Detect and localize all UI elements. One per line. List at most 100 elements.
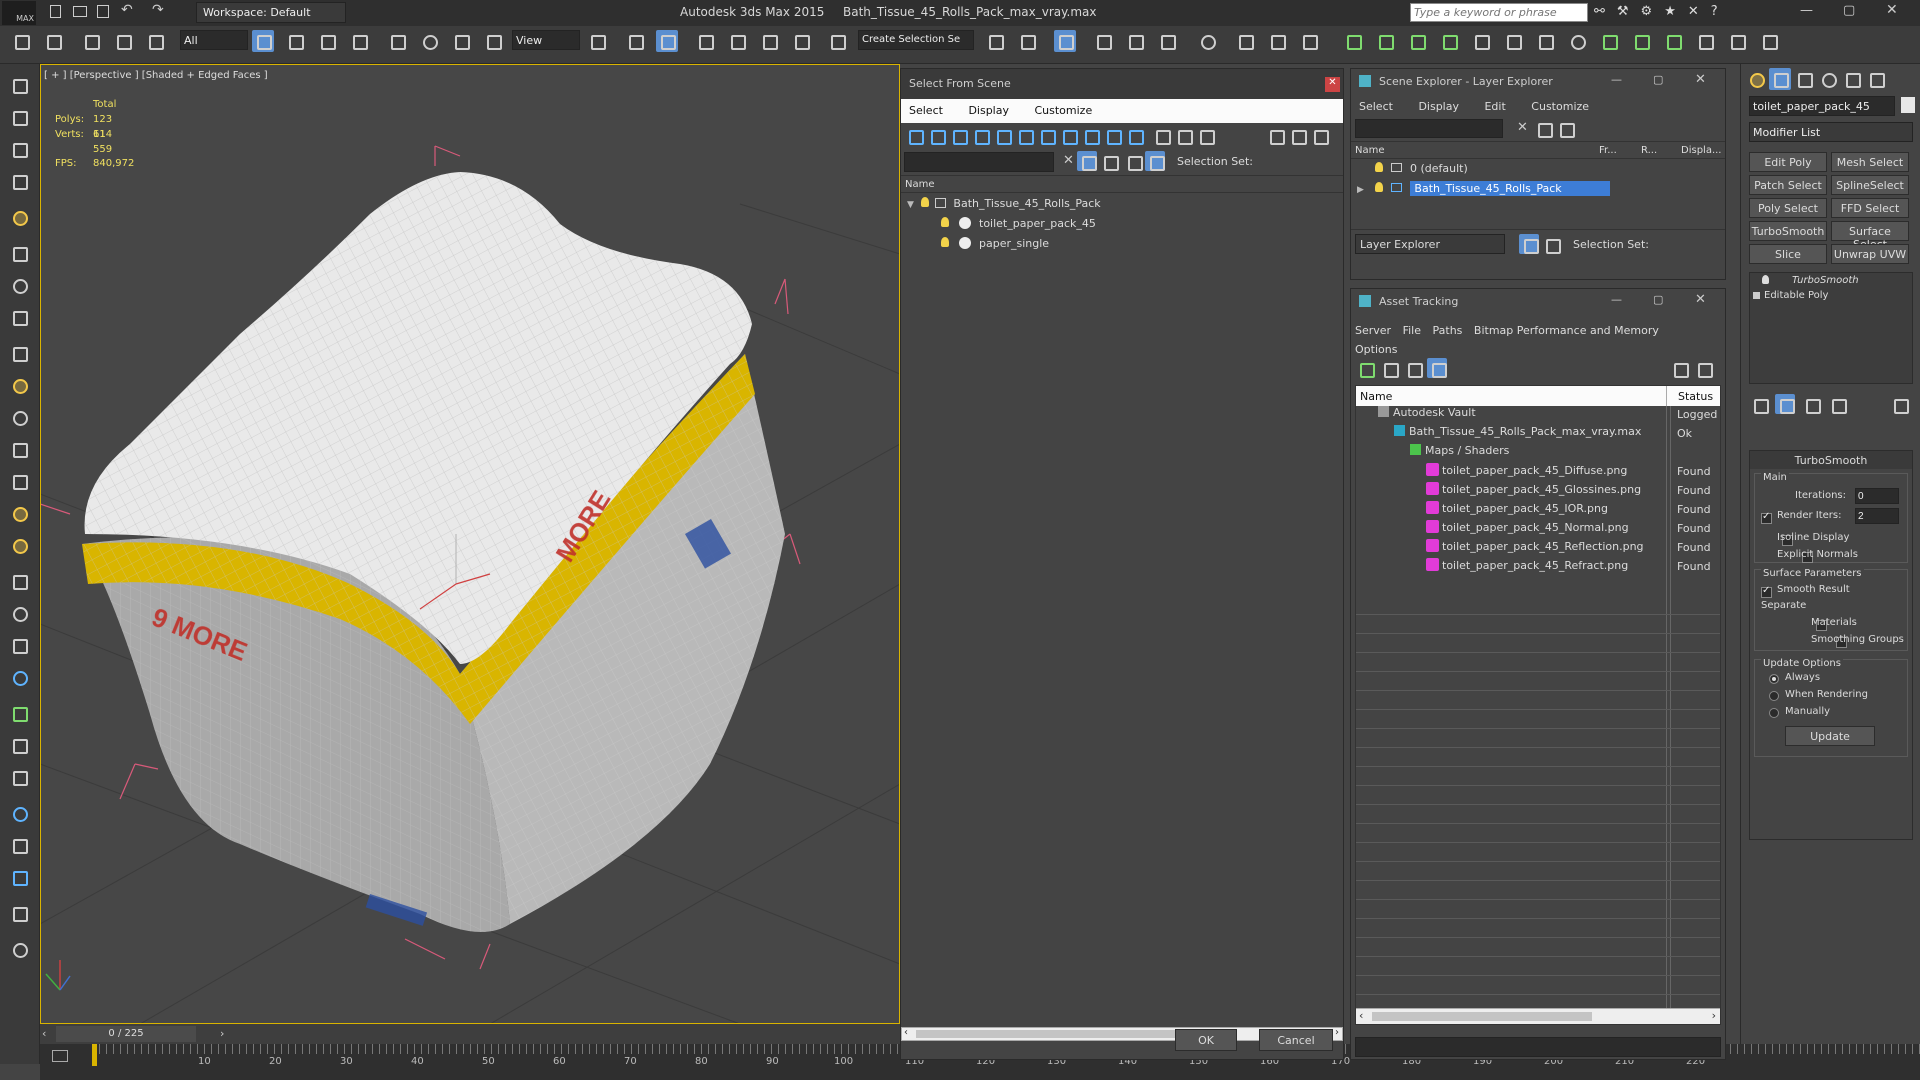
scroll-left-icon[interactable]: ‹	[904, 1027, 908, 1038]
rect-selection-icon[interactable]	[316, 30, 338, 52]
unwrap-uvw-button[interactable]: Unwrap UVW	[1831, 244, 1909, 264]
maxscript-icon[interactable]	[8, 866, 30, 888]
tools-icon[interactable]	[8, 242, 30, 264]
vray-vfb-icon[interactable]	[1598, 30, 1620, 52]
pivot-icon[interactable]	[586, 30, 608, 52]
sky-icon[interactable]	[8, 534, 30, 556]
layer-mode-icon[interactable]	[1519, 234, 1539, 254]
tree-item[interactable]: paper_single	[901, 237, 1343, 256]
plane-icon[interactable]	[8, 342, 30, 364]
vray-proxy-icon[interactable]	[1470, 30, 1492, 52]
iterations-spinner[interactable]	[1855, 488, 1899, 504]
utilities-tab-icon[interactable]	[1865, 68, 1887, 90]
snap-icon[interactable]	[694, 30, 716, 52]
vray-ipr-icon[interactable]	[1662, 30, 1684, 52]
minimize-button[interactable]: —	[1611, 293, 1622, 306]
vray-sphere-icon[interactable]	[1534, 30, 1556, 52]
filter-icon[interactable]	[1265, 125, 1285, 145]
options-icon[interactable]	[1309, 125, 1329, 145]
clipboard-icon[interactable]	[8, 902, 30, 924]
skin-icon[interactable]	[8, 766, 30, 788]
unlink-icon[interactable]	[112, 30, 134, 52]
hierarchy-tab-icon[interactable]	[1793, 68, 1815, 90]
new-icon[interactable]	[50, 5, 61, 18]
angle-snap-icon[interactable]	[726, 30, 748, 52]
explorer-type-dropdown[interactable]: Layer Explorer	[1355, 234, 1505, 254]
asset-row[interactable]: Maps / Shaders	[1356, 444, 1720, 463]
infocenter-icons[interactable]: ⚯⚒⚙★✕?	[1594, 4, 1744, 22]
edit-poly-button[interactable]: Edit Poly	[1749, 152, 1827, 172]
display-tab-icon[interactable]	[1841, 68, 1863, 90]
stack-item-turbosmooth[interactable]: TurboSmooth	[1750, 273, 1912, 289]
filter-toggle-icon[interactable]	[1077, 151, 1097, 171]
globe-icon[interactable]	[8, 666, 30, 688]
menu-customize[interactable]: Customize	[1034, 104, 1092, 117]
menu-select[interactable]: Select	[909, 104, 943, 117]
scroll-right-icon[interactable]: ›	[1712, 1009, 1716, 1022]
light-bulb-icon[interactable]	[1375, 182, 1384, 192]
layer-explorer-icon[interactable]	[1054, 30, 1076, 52]
mirror-icon[interactable]	[984, 30, 1006, 52]
script-icon[interactable]	[8, 834, 30, 856]
display-helpers-icon[interactable]	[992, 125, 1012, 145]
ffd-select-button[interactable]: FFD Select	[1831, 198, 1909, 218]
asset-row[interactable]: toilet_paper_pack_45_Refract.png Found	[1356, 558, 1720, 577]
asset-row[interactable]: toilet_paper_pack_45_Diffuse.png Found	[1356, 463, 1720, 482]
menu-file[interactable]: File	[1403, 324, 1421, 337]
maximize-button[interactable]: ▢	[1843, 3, 1855, 18]
refresh-icon[interactable]	[1355, 358, 1375, 378]
asset-row[interactable]: toilet_paper_pack_45_IOR.png Found	[1356, 501, 1720, 520]
motion-tab-icon[interactable]	[1817, 68, 1839, 90]
spinner-snap-icon[interactable]	[790, 30, 812, 52]
render-iters-checkbox[interactable]	[1761, 511, 1772, 524]
slice-button[interactable]: Slice	[1749, 244, 1827, 264]
tree-item[interactable]: ▼ Bath_Tissue_45_Rolls_Pack	[901, 197, 1343, 216]
display-cameras-icon[interactable]	[970, 125, 990, 145]
manually-radio[interactable]	[1769, 708, 1779, 718]
light-bulb-icon[interactable]	[1762, 275, 1769, 284]
clear-icon[interactable]: ✕	[1517, 120, 1528, 135]
asset-row[interactable]: Autodesk Vault Logged	[1356, 406, 1720, 425]
container-icon[interactable]	[8, 106, 30, 128]
light-bulb-icon[interactable]	[941, 237, 949, 247]
settings-icon[interactable]	[1693, 358, 1713, 378]
people-icon[interactable]	[8, 306, 30, 328]
app-logo[interactable]: MAX	[2, 1, 36, 25]
maximize-button[interactable]: ▢	[1653, 293, 1663, 306]
display-frozen-icon[interactable]	[1124, 125, 1144, 145]
show-end-result-icon[interactable]	[1775, 394, 1795, 414]
vray-options-icon[interactable]	[1726, 30, 1748, 52]
hierarchy-icon[interactable]	[1287, 125, 1307, 145]
close-button[interactable]: ✕	[1695, 292, 1706, 307]
layer-row[interactable]: 0 (default)	[1351, 162, 1725, 181]
display-xrefs-icon[interactable]	[1058, 125, 1078, 145]
surface-select-button[interactable]: Surface Select	[1831, 221, 1909, 251]
tree-icon[interactable]	[8, 438, 30, 460]
table-icon[interactable]	[8, 138, 30, 160]
help-icon[interactable]	[1669, 358, 1689, 378]
menu-server[interactable]: Server	[1355, 324, 1391, 337]
turbosmooth-button[interactable]: TurboSmooth	[1749, 221, 1827, 241]
vray-render-icon[interactable]	[1630, 30, 1652, 52]
menu-edit[interactable]: Edit	[1484, 100, 1505, 113]
perspective-viewport[interactable]: 9 MORE MORE [ + ] [Perspective ] [Shaded…	[40, 64, 900, 1024]
expand-icon[interactable]: ▶	[1357, 185, 1364, 195]
character-icon[interactable]	[8, 634, 30, 656]
configure-sets-icon[interactable]	[1889, 394, 1909, 414]
light-bulb-icon[interactable]	[921, 197, 930, 207]
modify-tab-icon[interactable]	[1769, 68, 1791, 90]
menu-bitmap[interactable]: Bitmap Performance and Memory	[1474, 324, 1659, 337]
ref-coord-dropdown[interactable]: View	[512, 30, 580, 50]
hair-icon[interactable]	[8, 734, 30, 756]
asset-row[interactable]: toilet_paper_pack_45_Glossines.png Found	[1356, 482, 1720, 501]
maximize-button[interactable]: ▢	[1653, 73, 1663, 86]
when-rendering-radio[interactable]	[1769, 691, 1779, 701]
window-crossing-icon[interactable]	[348, 30, 370, 52]
vray-camera-icon[interactable]	[1406, 30, 1428, 52]
mesh-select-button[interactable]: Mesh Select	[1831, 152, 1909, 172]
material-editor-icon[interactable]	[1196, 30, 1218, 52]
filter-icon[interactable]	[1533, 118, 1553, 138]
table-view-icon[interactable]	[1427, 358, 1447, 378]
teapot-icon[interactable]	[8, 74, 30, 96]
sphere-icon[interactable]	[8, 406, 30, 428]
